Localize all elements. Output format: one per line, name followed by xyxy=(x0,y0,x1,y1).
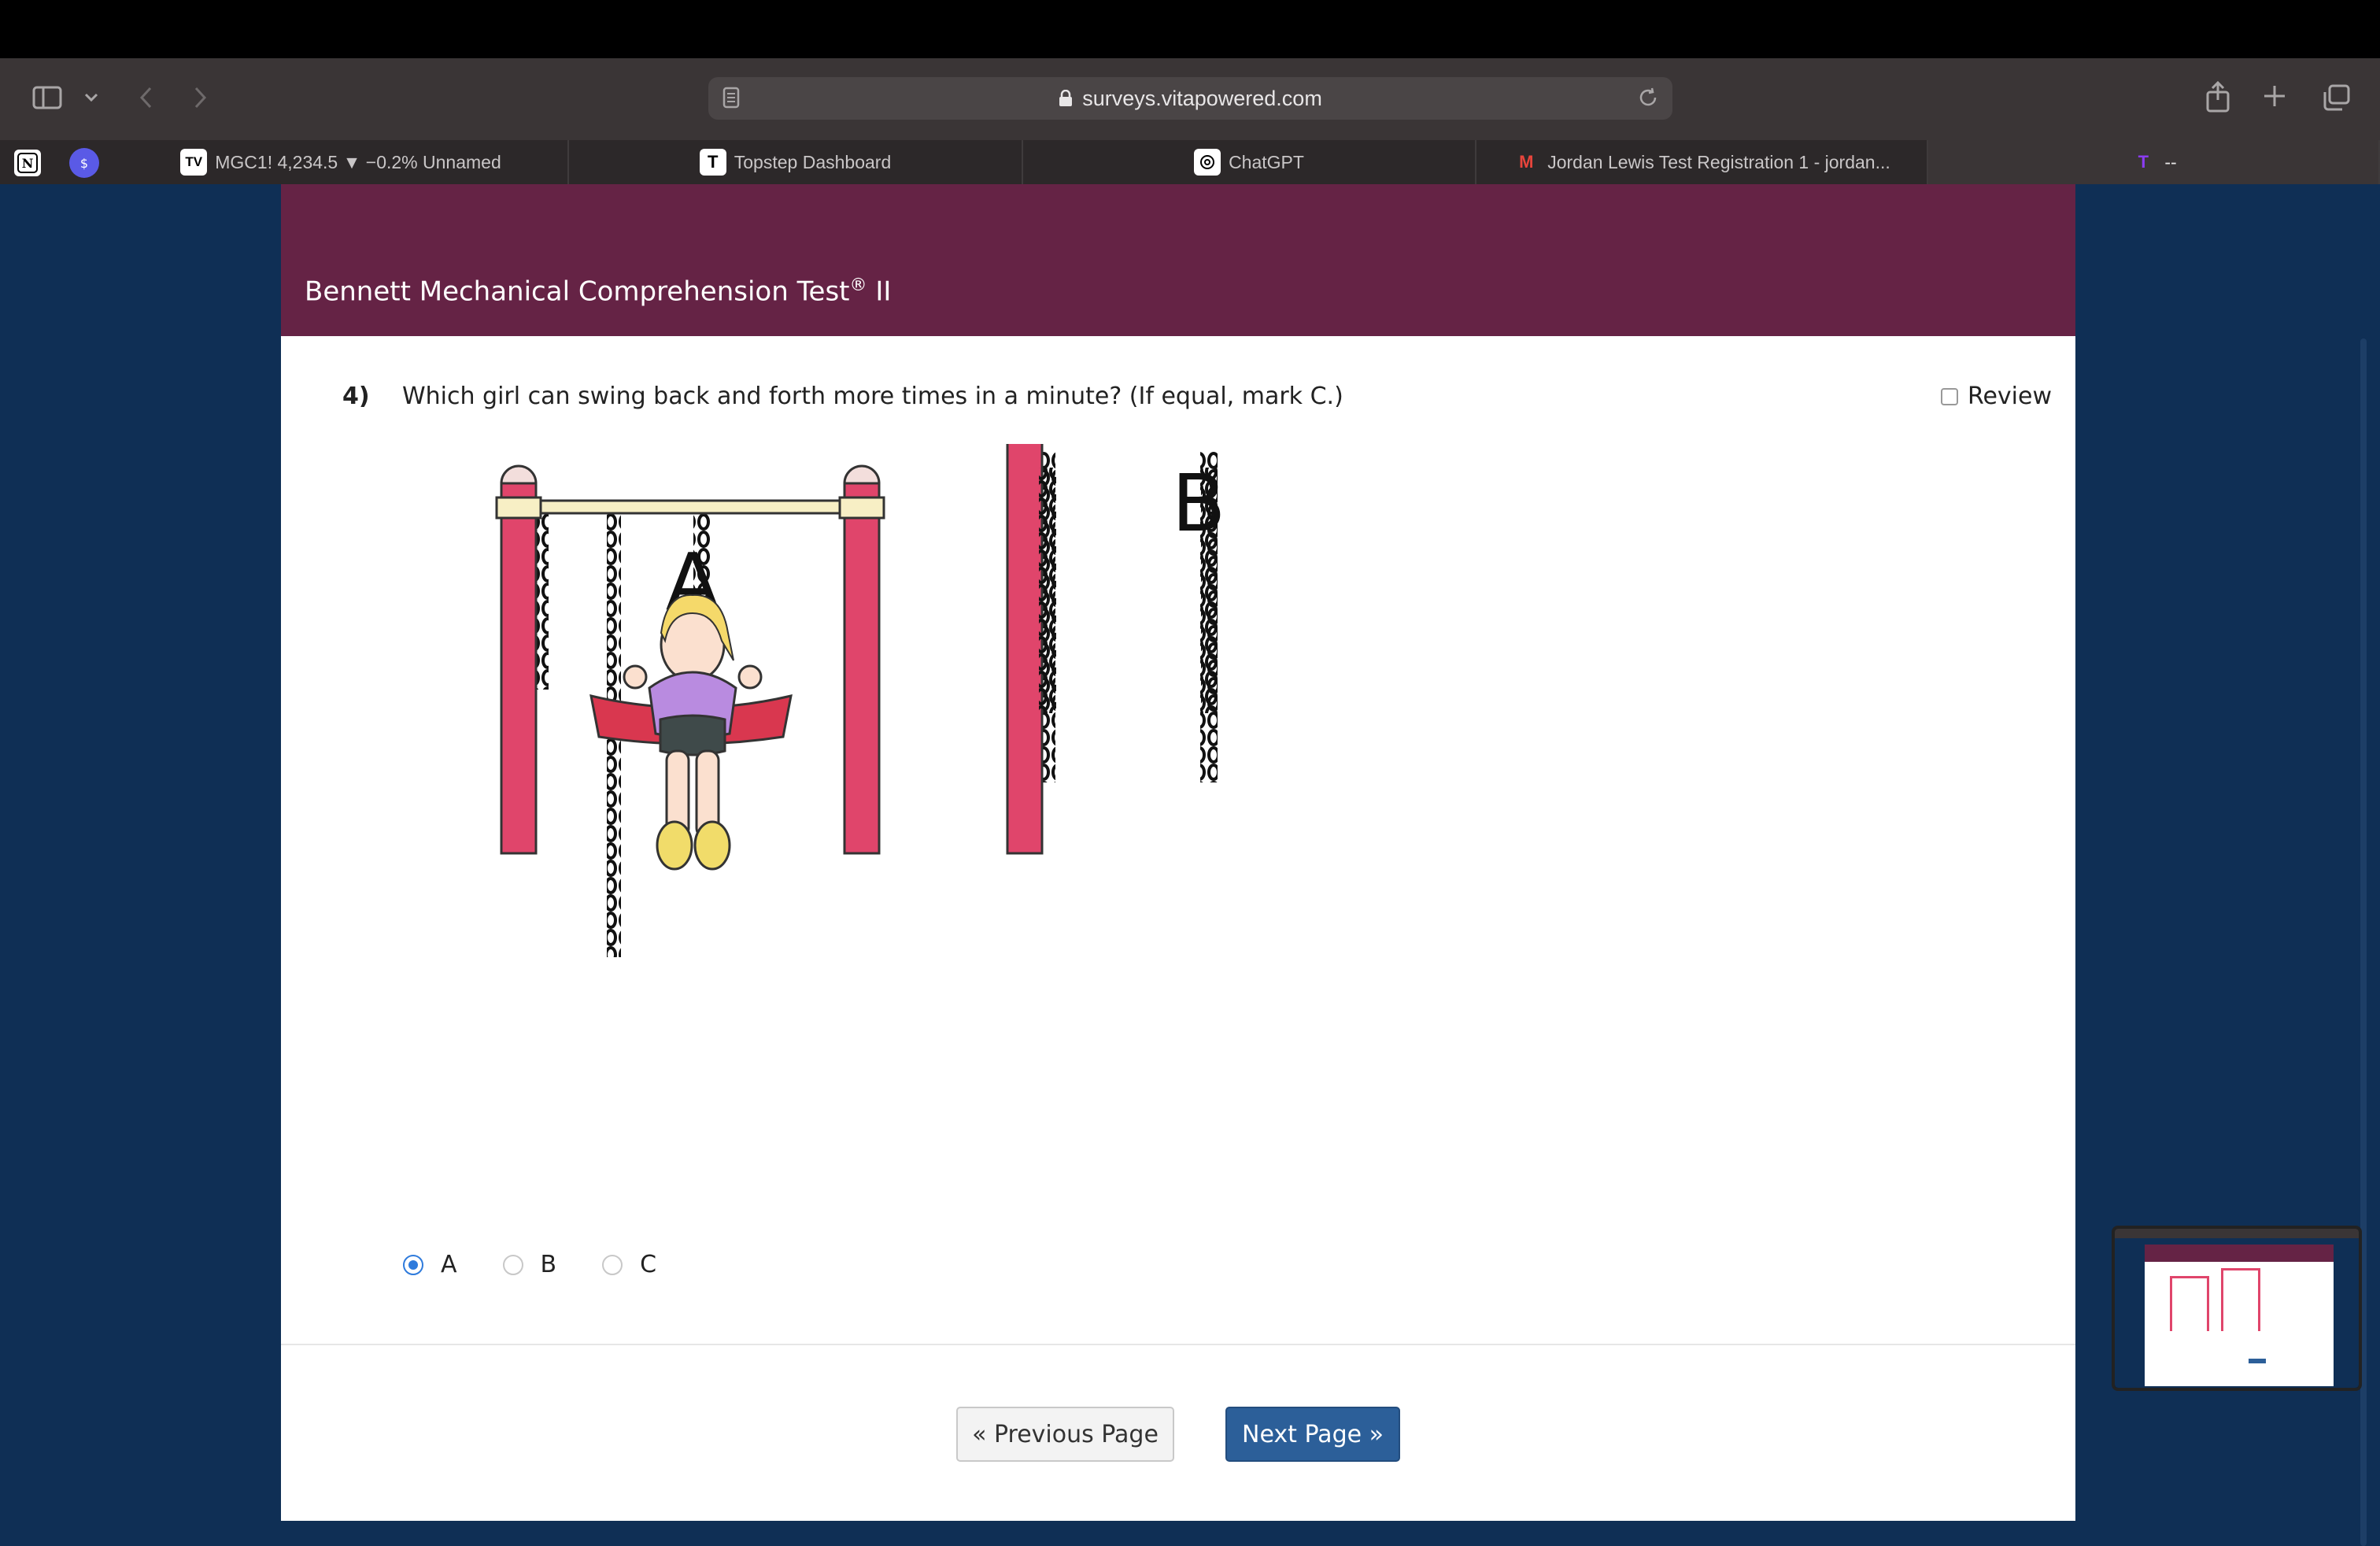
page-title: Bennett Mechanical Comprehension Test® I… xyxy=(305,276,892,308)
option-c-label: C xyxy=(640,1251,657,1278)
menu-bar xyxy=(0,0,2380,58)
tab-current[interactable]: T -- xyxy=(1928,140,2380,184)
question-text: Which girl can swing back and forth more… xyxy=(402,383,1343,410)
thumb-swing-b xyxy=(2221,1268,2260,1331)
option-b-label: B xyxy=(540,1251,557,1278)
browser-toolbar: surveys.vitapowered.com xyxy=(0,58,2380,140)
tab-label: MGC1! 4,234.5 ▼ −0.2% Unnamed xyxy=(215,151,501,172)
next-page-button[interactable]: Next Page » xyxy=(1225,1407,1400,1462)
reload-icon[interactable] xyxy=(1636,86,1660,113)
checkbox[interactable] xyxy=(1940,387,1958,405)
back-icon[interactable] xyxy=(134,83,157,112)
tab-label: Topstep Dashboard xyxy=(734,151,892,172)
sidebar-icon[interactable] xyxy=(31,82,63,113)
radio-a[interactable] xyxy=(403,1254,423,1275)
review-checkbox[interactable]: Review xyxy=(1940,383,2052,410)
chevron-down-icon[interactable] xyxy=(82,88,101,107)
notion-icon[interactable]: N xyxy=(13,148,42,178)
screenshot-thumbnail[interactable] xyxy=(2112,1226,2362,1391)
thumb-banner xyxy=(2145,1245,2334,1262)
thumb-swing-a xyxy=(2170,1276,2209,1331)
tab-chatgpt[interactable]: ChatGPT xyxy=(1023,140,1476,184)
swing-a: A xyxy=(495,464,885,957)
tab-label: Jordan Lewis Test Registration 1 - jorda… xyxy=(1547,151,1890,172)
option-a[interactable]: A xyxy=(403,1251,457,1278)
option-c[interactable]: C xyxy=(602,1251,656,1278)
thumb-toolbar xyxy=(2115,1229,2359,1238)
divider xyxy=(281,1344,2075,1345)
gmail-icon: M xyxy=(1519,152,1534,172)
chatgpt-icon xyxy=(1194,149,1221,176)
question-number: 4) xyxy=(342,383,370,410)
topstep-icon: T xyxy=(699,149,726,176)
option-a-label: A xyxy=(441,1251,457,1278)
url-text: surveys.vitapowered.com xyxy=(1082,86,1322,110)
svg-text:N: N xyxy=(22,156,34,171)
tradingview-icon: TV xyxy=(180,149,208,176)
tab-gmail[interactable]: M Jordan Lewis Test Registration 1 - jor… xyxy=(1476,140,1928,184)
tab-label: ChatGPT xyxy=(1229,151,1304,172)
tab-tradingview[interactable]: TV MGC1! 4,234.5 ▼ −0.2% Unnamed xyxy=(114,140,569,184)
swing-b-illustration xyxy=(1039,468,1218,713)
radio-c[interactable] xyxy=(602,1254,623,1275)
radio-b[interactable] xyxy=(502,1254,523,1275)
t-icon: T xyxy=(2138,152,2149,172)
dollar-icon[interactable]: $ xyxy=(69,148,99,178)
tab-overview-icon[interactable] xyxy=(2320,82,2352,113)
new-tab-icon[interactable] xyxy=(2260,82,2289,110)
survey-banner: Bennett Mechanical Comprehension Test® I… xyxy=(281,184,2075,336)
forward-icon[interactable] xyxy=(189,83,213,112)
svg-text:$: $ xyxy=(80,156,88,171)
tab-label: -- xyxy=(2164,151,2177,172)
tab-topstep[interactable]: T Topstep Dashboard xyxy=(569,140,1023,184)
option-b[interactable]: B xyxy=(502,1251,557,1278)
lock-icon xyxy=(1059,90,1073,107)
answer-options: A B C xyxy=(403,1251,702,1278)
survey-card: Bennett Mechanical Comprehension Test® I… xyxy=(281,184,2075,1521)
share-icon[interactable] xyxy=(2202,79,2234,115)
previous-page-button[interactable]: « Previous Page xyxy=(956,1407,1174,1462)
page-background: Bennett Mechanical Comprehension Test® I… xyxy=(0,184,2380,1546)
address-bar[interactable]: surveys.vitapowered.com xyxy=(708,77,1672,120)
thumb-next-button xyxy=(2249,1359,2266,1363)
review-label: Review xyxy=(1967,383,2052,410)
